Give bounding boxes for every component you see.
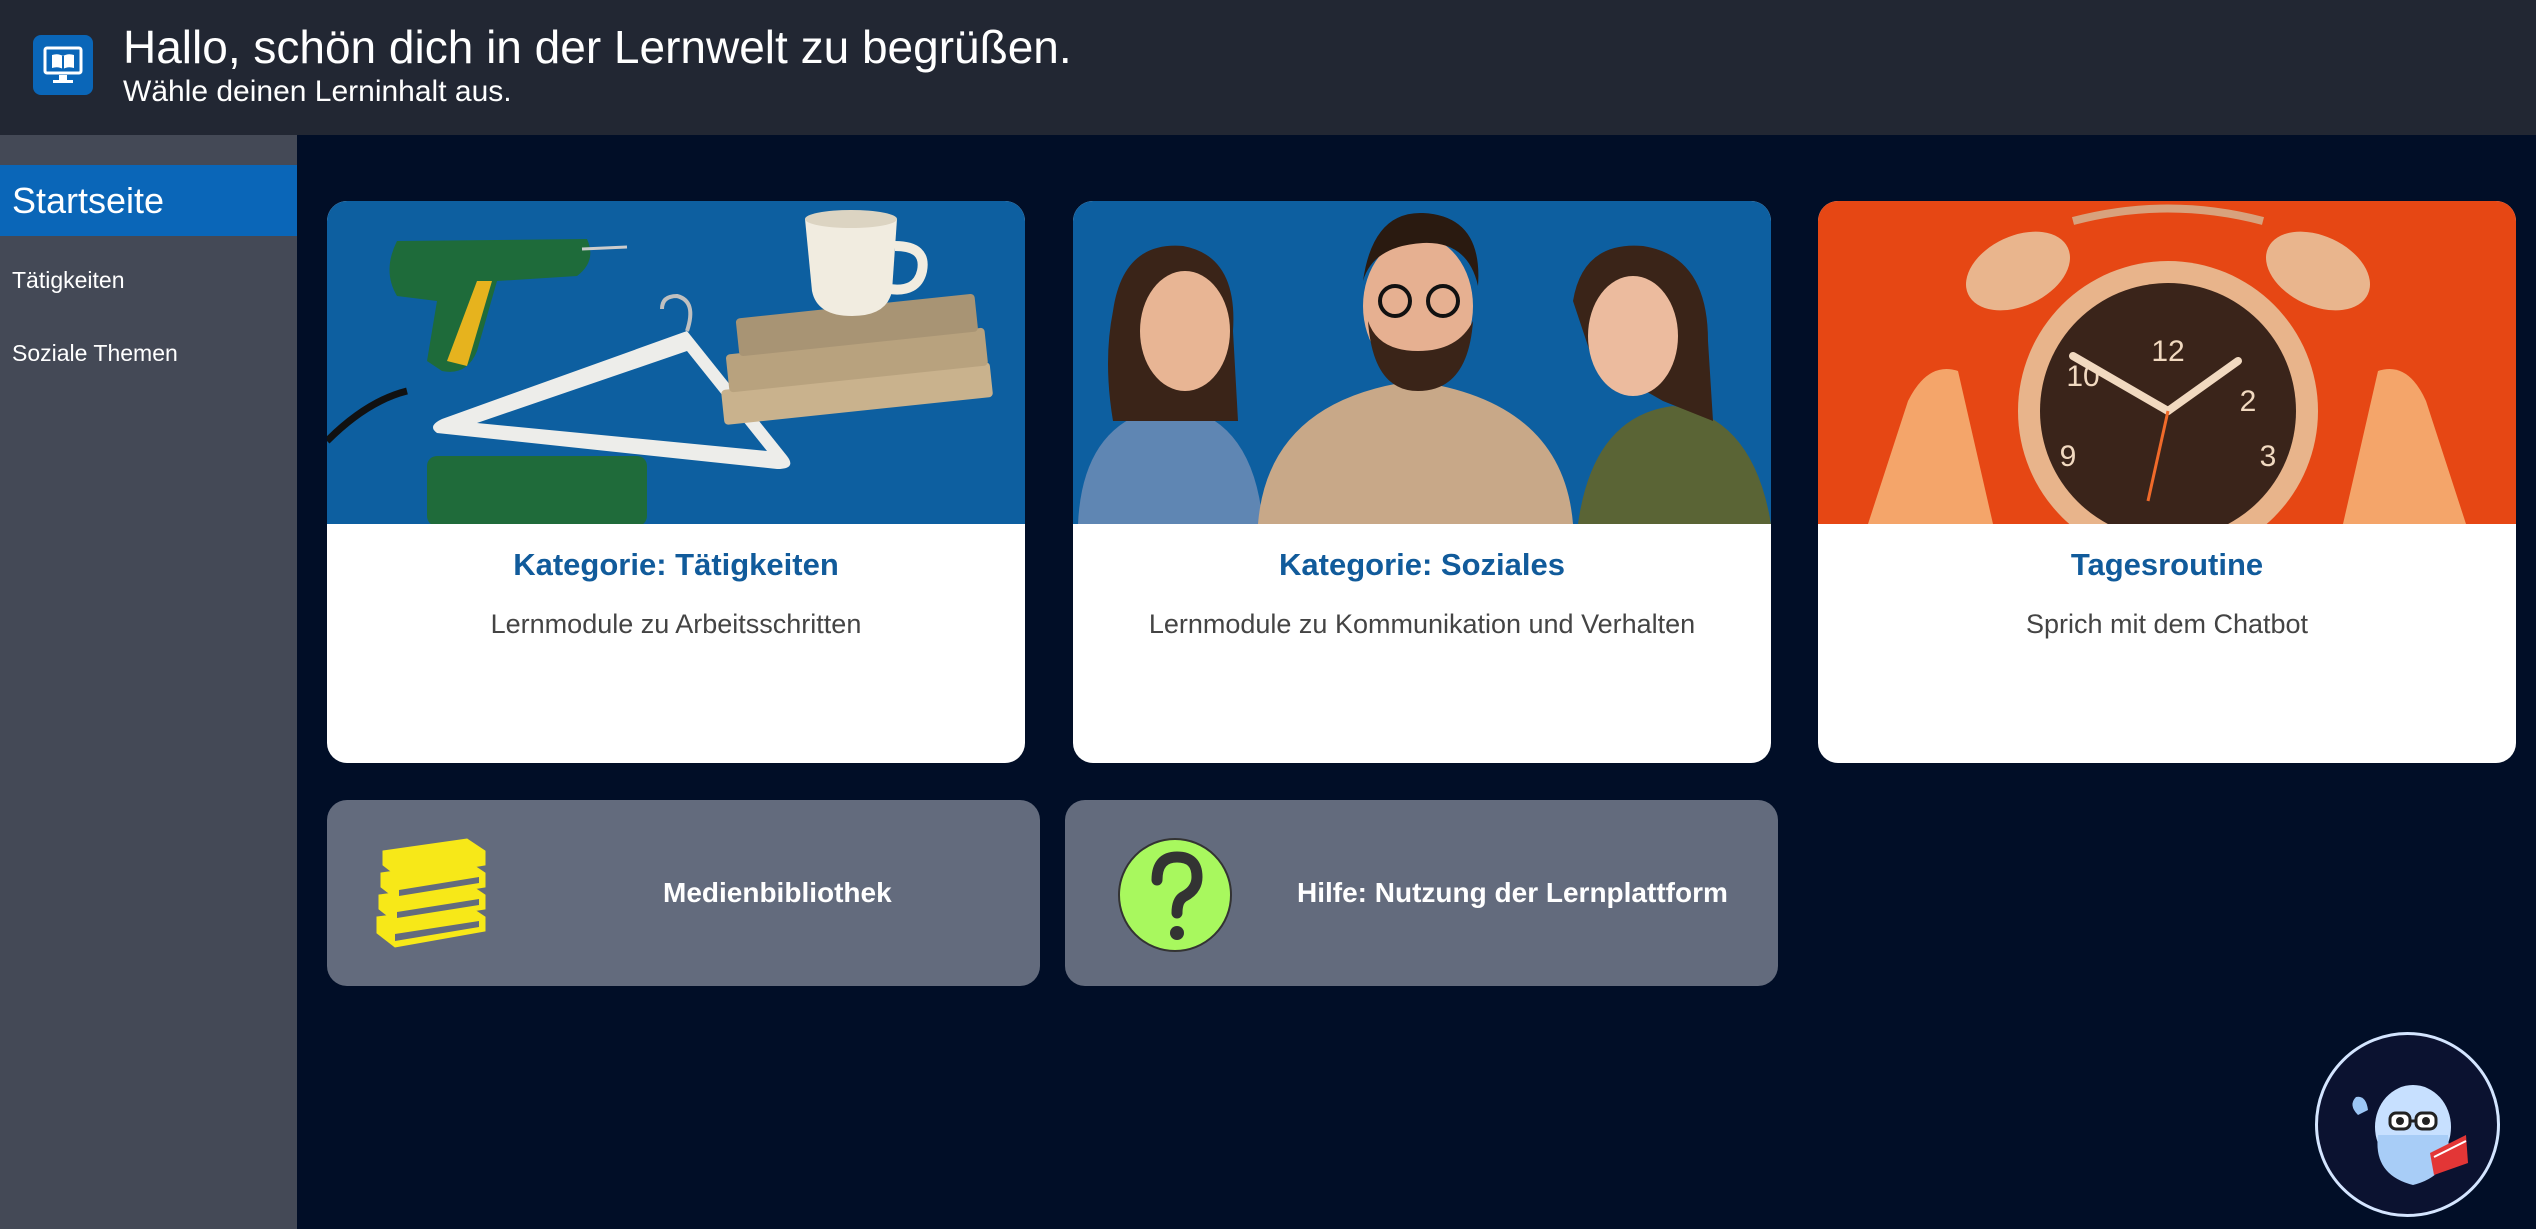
card-image-alarm-clock: 12 2 3 9 10 [1818, 201, 2516, 524]
svg-text:10: 10 [2066, 360, 2099, 393]
help-button[interactable]: Hilfe: Nutzung der Lernplattform [1065, 800, 1778, 986]
books-stack-icon [369, 835, 489, 955]
card-description: Sprich mit dem Chatbot [2025, 609, 2309, 639]
svg-text:3: 3 [2260, 440, 2277, 473]
card-title: Kategorie: Soziales [1279, 547, 1565, 582]
card-image-people [1073, 201, 1771, 524]
tile-label: Hilfe: Nutzung der Lernplattform [1297, 877, 1728, 908]
category-card-taetigkeiten[interactable]: Kategorie: Tätigkeiten Lernmodule zu Arb… [327, 201, 1025, 763]
app-header: Hallo, schön dich in der Lernwelt zu beg… [0, 0, 2536, 135]
page-subtitle: Wähle deinen Lerninhalt aus. [123, 75, 512, 108]
media-library-button[interactable]: Medienbibliothek [327, 800, 1040, 986]
card-image-tools [327, 201, 1025, 524]
card-description: Lernmodule zu Arbeitsschritten [490, 609, 862, 639]
card-description: Lernmodule zu Kommunikation und Verhalte… [1148, 609, 1696, 639]
card-title: Tagesroutine [2070, 547, 2264, 582]
svg-text:2: 2 [2240, 385, 2257, 418]
chatbot-button[interactable] [2315, 1032, 2500, 1217]
svg-text:9: 9 [2060, 440, 2077, 473]
sidebar-item-soziale-themen[interactable]: Soziale Themen [0, 333, 297, 373]
sidebar: Startseite Tätigkeiten Soziale Themen [0, 135, 297, 1229]
sidebar-item-taetigkeiten[interactable]: Tätigkeiten [0, 260, 297, 300]
category-card-soziales[interactable]: Kategorie: Soziales Lernmodule zu Kommun… [1073, 201, 1771, 763]
question-mark-icon [1115, 835, 1235, 955]
card-title: Kategorie: Tätigkeiten [513, 547, 839, 582]
tile-label: Medienbibliothek [663, 877, 892, 908]
svg-text:12: 12 [2151, 335, 2184, 368]
page-title: Hallo, schön dich in der Lernwelt zu beg… [123, 21, 1072, 73]
monitor-book-icon [33, 35, 93, 95]
sidebar-item-startseite[interactable]: Startseite [0, 165, 297, 236]
chatbot-mascot-icon [2352, 1085, 2468, 1185]
routine-card-tagesroutine[interactable]: 12 2 3 9 10 Tagesroutine Sprich mit dem … [1818, 201, 2516, 763]
